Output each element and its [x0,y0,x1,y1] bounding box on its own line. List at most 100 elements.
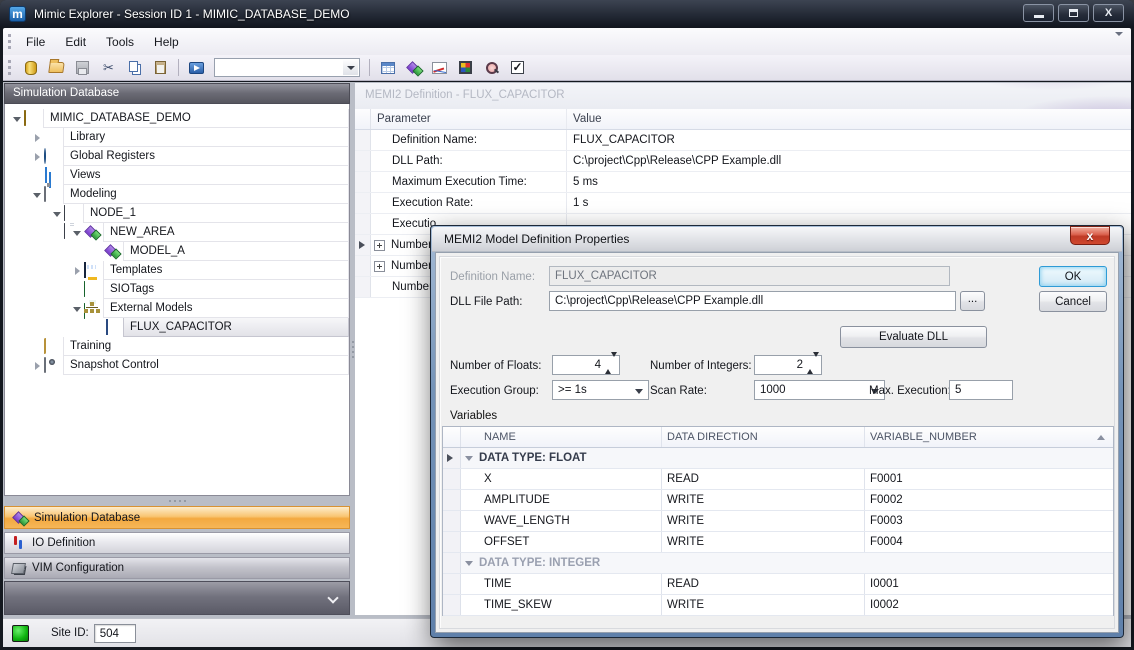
variable-row[interactable]: OFFSET WRITE F0004 [443,532,1113,553]
expander-open-icon[interactable] [71,227,83,239]
ok-button[interactable]: OK [1039,266,1107,287]
tree-item-model-a[interactable]: MODEL_A [5,242,349,261]
column-header-variable-number[interactable]: VARIABLE_NUMBER [865,427,1113,447]
group-collapse-icon[interactable] [463,557,475,569]
value-cell[interactable]: 1 s [567,193,1131,213]
tree-item-training[interactable]: Training [5,337,349,356]
tree-item-label[interactable]: MIMIC_DATABASE_DEMO [43,109,349,128]
parameter-cell[interactable]: DLL Path: [371,151,567,171]
name-cell[interactable]: X [479,469,662,489]
expander-closed-icon[interactable] [31,132,43,144]
data-direction-cell[interactable]: READ [662,574,865,594]
expander-closed-icon[interactable] [71,265,83,277]
expander-closed-icon[interactable] [31,151,43,163]
stepper-arrows[interactable] [605,357,617,373]
table-row[interactable]: Maximum Execution Time: 5 ms [355,172,1131,193]
data-direction-cell[interactable]: WRITE [662,595,865,615]
tree-item-templates[interactable]: Templates [5,261,349,280]
scan-rate-select[interactable]: 1000 [754,380,885,400]
variable-row[interactable]: WAVE_LENGTH WRITE F0003 [443,511,1113,532]
expander-open-icon[interactable] [71,303,83,315]
table-row[interactable]: DLL Path: C:\project\Cpp\Release\CPP Exa… [355,151,1131,172]
nav-collapse-bar[interactable] [4,581,350,615]
column-header-data-direction[interactable]: DATA DIRECTION [662,427,865,447]
tree-item-external-models[interactable]: External Models [5,299,349,318]
menu-edit[interactable]: Edit [55,30,96,54]
name-cell[interactable]: WAVE_LENGTH [479,511,662,531]
new-database-button[interactable] [19,57,42,78]
close-button[interactable]: X [1093,4,1124,22]
tree-item-label[interactable]: External Models [103,299,349,318]
stepper-arrows[interactable] [807,357,819,373]
parameter-cell[interactable]: Execution Rate: [371,193,567,213]
dialog-close-button[interactable]: x [1070,226,1110,245]
value-cell[interactable]: C:\project\Cpp\Release\CPP Example.dll [567,151,1131,171]
tree-item-views[interactable]: Views [5,166,349,185]
tree-item-label[interactable]: NEW_AREA [103,223,349,242]
grid-view-button[interactable] [376,57,399,78]
tree-item-label[interactable]: MODEL_A [123,242,349,261]
models-button[interactable] [402,57,425,78]
tree-item-label[interactable]: Snapshot Control [63,356,349,375]
tree-item-label[interactable]: NODE_1 [83,204,349,223]
data-direction-cell[interactable]: READ [662,469,865,489]
variable-number-cell[interactable]: I0002 [865,595,1113,615]
column-header-name[interactable]: NAME [479,427,662,447]
menu-grip-handle[interactable] [8,34,11,49]
paste-button[interactable] [149,57,172,78]
name-cell[interactable]: TIME_SKEW [479,595,662,615]
variable-row[interactable]: AMPLITUDE WRITE F0002 [443,490,1113,511]
tree-item-label[interactable]: SIOTags [103,280,349,299]
expand-plus-icon[interactable] [374,261,385,272]
variable-number-cell[interactable]: F0003 [865,511,1113,531]
group-collapse-icon[interactable] [463,452,475,464]
open-button[interactable] [45,57,68,78]
nav-io-definition[interactable]: IO Definition [4,532,350,554]
variable-number-cell[interactable]: I0001 [865,574,1113,594]
toolbar-overflow-button[interactable] [1115,36,1127,48]
tree-item-database[interactable]: MIMIC_DATABASE_DEMO [5,109,349,128]
data-direction-cell[interactable]: WRITE [662,511,865,531]
horizontal-splitter[interactable] [4,497,350,504]
tree-item-label[interactable]: Modeling [63,185,349,204]
variable-row[interactable]: TIME_SKEW WRITE I0002 [443,595,1113,616]
group-row-integer[interactable]: DATA TYPE: INTEGER [443,553,1113,574]
parameter-cell[interactable]: Maximum Execution Time: [371,172,567,192]
save-button[interactable] [71,57,94,78]
name-cell[interactable]: TIME [479,574,662,594]
chart-button[interactable] [428,57,451,78]
menu-file[interactable]: File [16,30,55,54]
variable-row[interactable]: TIME READ I0001 [443,574,1113,595]
site-id-field[interactable]: 504 [94,624,136,643]
tree-item-label[interactable]: Templates [103,261,349,280]
column-header-value[interactable]: Value [567,109,1131,129]
variable-number-cell[interactable]: F0001 [865,469,1113,489]
tree-item-label[interactable]: Library [63,128,349,147]
tree-item-label[interactable]: FLUX_CAPACITOR [123,318,349,337]
cut-button[interactable]: ✂ [97,57,120,78]
value-cell[interactable]: 5 ms [567,172,1131,192]
nav-simulation-database[interactable]: Simulation Database [4,506,350,529]
maximize-button[interactable] [1058,4,1089,22]
group-row-float[interactable]: DATA TYPE: FLOAT [443,448,1113,469]
tree-item-modeling[interactable]: Modeling [5,185,349,204]
tree-item-snapshot-control[interactable]: Snapshot Control [5,356,349,375]
expander-closed-icon[interactable] [31,360,43,372]
color-grid-button[interactable] [454,57,477,78]
nav-vim-configuration[interactable]: VIM Configuration [4,557,350,579]
combobox-dropdown-button[interactable] [343,60,358,75]
table-row[interactable]: Execution Rate: 1 s [355,193,1131,214]
tree-item-node-1[interactable]: NODE_1 [5,204,349,223]
name-cell[interactable]: OFFSET [479,532,662,552]
tree-item-global-registers[interactable]: Global Registers [5,147,349,166]
max-execution-field[interactable]: 5 [949,380,1013,400]
tree-item-new-area[interactable]: NEW_AREA [5,223,349,242]
tree-item-label[interactable]: Training [63,337,349,356]
table-row[interactable]: Definition Name: FLUX_CAPACITOR [355,130,1131,151]
column-header-parameter[interactable]: Parameter [371,109,567,129]
expander-open-icon[interactable] [51,208,63,220]
variable-number-cell[interactable]: F0004 [865,532,1113,552]
search-button[interactable] [480,57,503,78]
number-of-integers-stepper[interactable]: 2 [754,355,822,375]
number-of-floats-stepper[interactable]: 4 [552,355,620,375]
